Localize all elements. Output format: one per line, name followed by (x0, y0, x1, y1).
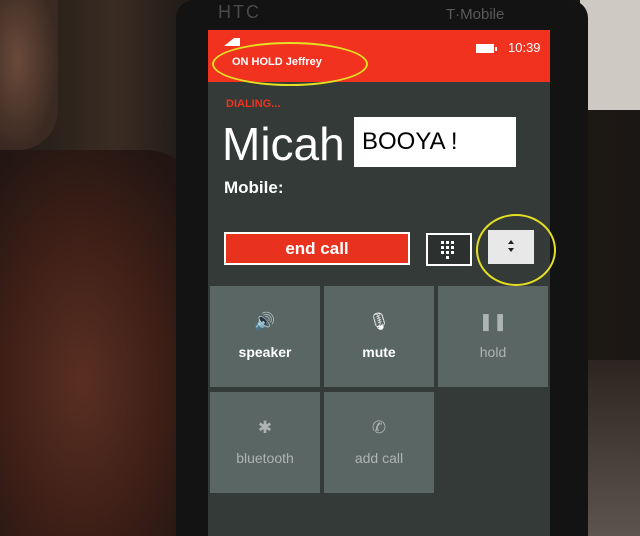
speaker-icon: 🔊 (254, 312, 276, 331)
keypad-icon (441, 241, 457, 259)
call-screen: ON HOLD Jeffrey 10:39 DIALING... Micah M… (208, 30, 550, 536)
number-type: Mobile: (224, 178, 284, 197)
microphone-icon: 🎙 (368, 312, 390, 331)
speaker-label: speaker (238, 344, 292, 360)
add-call-label: add call (354, 450, 404, 466)
bluetooth-icon: ✱ (257, 418, 273, 437)
phone-brand-logo: HTC (218, 2, 261, 22)
bluetooth-button[interactable]: ✱ bluetooth (210, 392, 320, 493)
hold-label: hold (479, 344, 507, 360)
caption-overlay: BOOYA ! (354, 117, 516, 167)
add-call-icon: ✆ (371, 418, 387, 437)
hold-button[interactable]: ❚❚ hold (438, 286, 548, 387)
speaker-button[interactable]: 🔊 speaker (210, 286, 320, 387)
carrier-logo: T·Mobile (446, 6, 505, 23)
hand (0, 150, 205, 536)
clock: 10:39 (508, 40, 541, 55)
mute-label: mute (362, 344, 396, 360)
pause-icon: ❚❚ (478, 312, 508, 331)
collapse-highlight-circle (476, 214, 556, 286)
bluetooth-label: bluetooth (236, 450, 294, 466)
keypad-button[interactable] (426, 233, 472, 266)
signal-icon (224, 36, 240, 46)
hold-highlight-circle (212, 42, 368, 86)
contact-name: Micah (222, 118, 345, 170)
battery-icon (476, 44, 497, 53)
end-call-button[interactable]: end call (224, 232, 410, 265)
thumb (0, 0, 58, 150)
background-wall (580, 0, 640, 110)
add-call-button[interactable]: ✆ add call (324, 392, 434, 493)
call-state: DIALING... (226, 98, 281, 110)
mute-button[interactable]: 🎙 mute (324, 286, 434, 387)
